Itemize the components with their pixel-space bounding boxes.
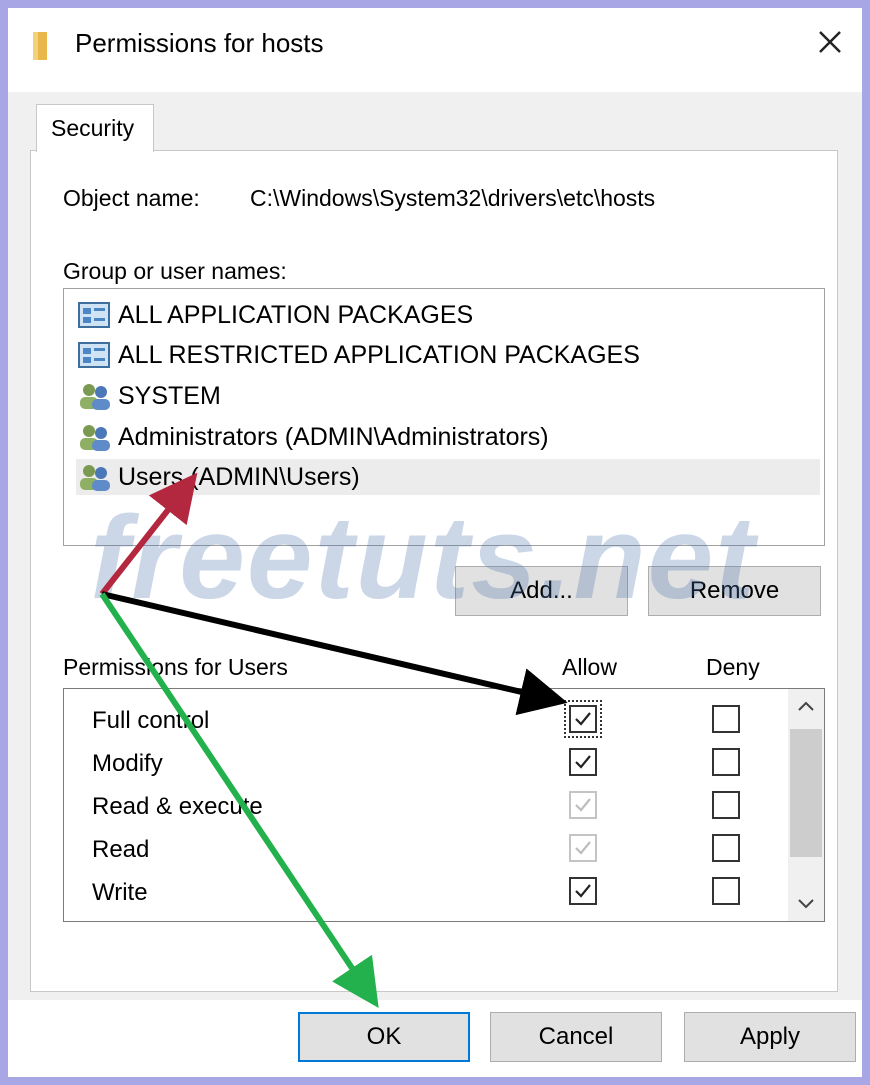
permission-row-modify: Modify: [64, 742, 784, 784]
deny-checkbox-modify[interactable]: [712, 748, 740, 776]
users-group-icon: [80, 465, 110, 491]
allow-checkbox-write[interactable]: [569, 877, 597, 905]
cancel-button[interactable]: Cancel: [490, 1012, 662, 1062]
permission-row-write: Write: [64, 871, 784, 913]
list-item-administrators[interactable]: Administrators (ADMIN\Administrators): [76, 419, 820, 455]
allow-header: Allow: [562, 654, 617, 680]
deny-checkbox-write[interactable]: [712, 877, 740, 905]
list-item-users[interactable]: Users (ADMIN\Users): [76, 459, 820, 495]
allow-checkbox-read[interactable]: [569, 834, 597, 862]
group-user-list[interactable]: ALL APPLICATION PACKAGES ALL RESTRICTED …: [63, 288, 825, 546]
deny-checkbox-read-execute[interactable]: [712, 791, 740, 819]
permission-row-read-execute: Read & execute: [64, 785, 784, 827]
permission-name: Modify: [92, 750, 163, 777]
close-icon[interactable]: [812, 24, 848, 60]
app-packages-icon: [78, 342, 110, 368]
permissions-scrollbar[interactable]: [788, 689, 824, 921]
users-group-icon: [80, 384, 110, 410]
apply-button[interactable]: Apply: [684, 1012, 856, 1062]
permission-row-full-control: Full control: [64, 699, 784, 741]
check-icon: [575, 755, 591, 769]
folder-icon: [33, 32, 47, 60]
app-packages-icon: [78, 302, 110, 328]
allow-checkbox-full-control[interactable]: [564, 700, 602, 738]
permissions-list[interactable]: Full control Modify Read & execute Read …: [63, 688, 825, 922]
ok-button[interactable]: OK: [298, 1012, 470, 1062]
object-name-label: Object name:: [63, 185, 200, 211]
list-item-all-restricted-application-packages[interactable]: ALL RESTRICTED APPLICATION PACKAGES: [76, 337, 820, 373]
allow-checkbox-modify[interactable]: [569, 748, 597, 776]
check-icon: [575, 884, 591, 898]
allow-checkbox-read-execute[interactable]: [569, 791, 597, 819]
chevron-down-icon[interactable]: [788, 885, 824, 921]
list-item-label: ALL RESTRICTED APPLICATION PACKAGES: [118, 340, 640, 369]
check-icon: [575, 841, 591, 855]
list-item-label: Administrators (ADMIN\Administrators): [118, 422, 549, 451]
group-names-label: Group or user names:: [63, 258, 287, 284]
deny-checkbox-read[interactable]: [712, 834, 740, 862]
deny-checkbox-full-control[interactable]: [712, 705, 740, 733]
tab-security[interactable]: Security: [36, 104, 154, 152]
permissions-header: Permissions for Users: [63, 654, 288, 680]
deny-header: Deny: [706, 654, 760, 680]
list-item-label: SYSTEM: [118, 381, 221, 410]
list-item-label: Users (ADMIN\Users): [118, 462, 360, 491]
add-button[interactable]: Add...: [455, 566, 628, 616]
object-name-value: C:\Windows\System32\drivers\etc\hosts: [250, 185, 656, 211]
check-icon: [575, 712, 591, 726]
list-item-label: ALL APPLICATION PACKAGES: [118, 300, 474, 329]
permission-row-read: Read: [64, 828, 784, 870]
permission-name: Read & execute: [92, 793, 263, 820]
check-icon: [575, 798, 591, 812]
remove-button[interactable]: Remove: [648, 566, 821, 616]
permission-name: Full control: [92, 707, 210, 734]
window-title: Permissions for hosts: [75, 28, 324, 58]
users-group-icon: [80, 425, 110, 451]
scrollbar-thumb[interactable]: [790, 729, 822, 857]
chevron-up-icon[interactable]: [788, 689, 824, 725]
list-item-system[interactable]: SYSTEM: [76, 378, 820, 414]
permission-name: Write: [92, 879, 148, 906]
permission-name: Read: [92, 836, 150, 863]
list-item-all-application-packages[interactable]: ALL APPLICATION PACKAGES: [76, 297, 820, 333]
